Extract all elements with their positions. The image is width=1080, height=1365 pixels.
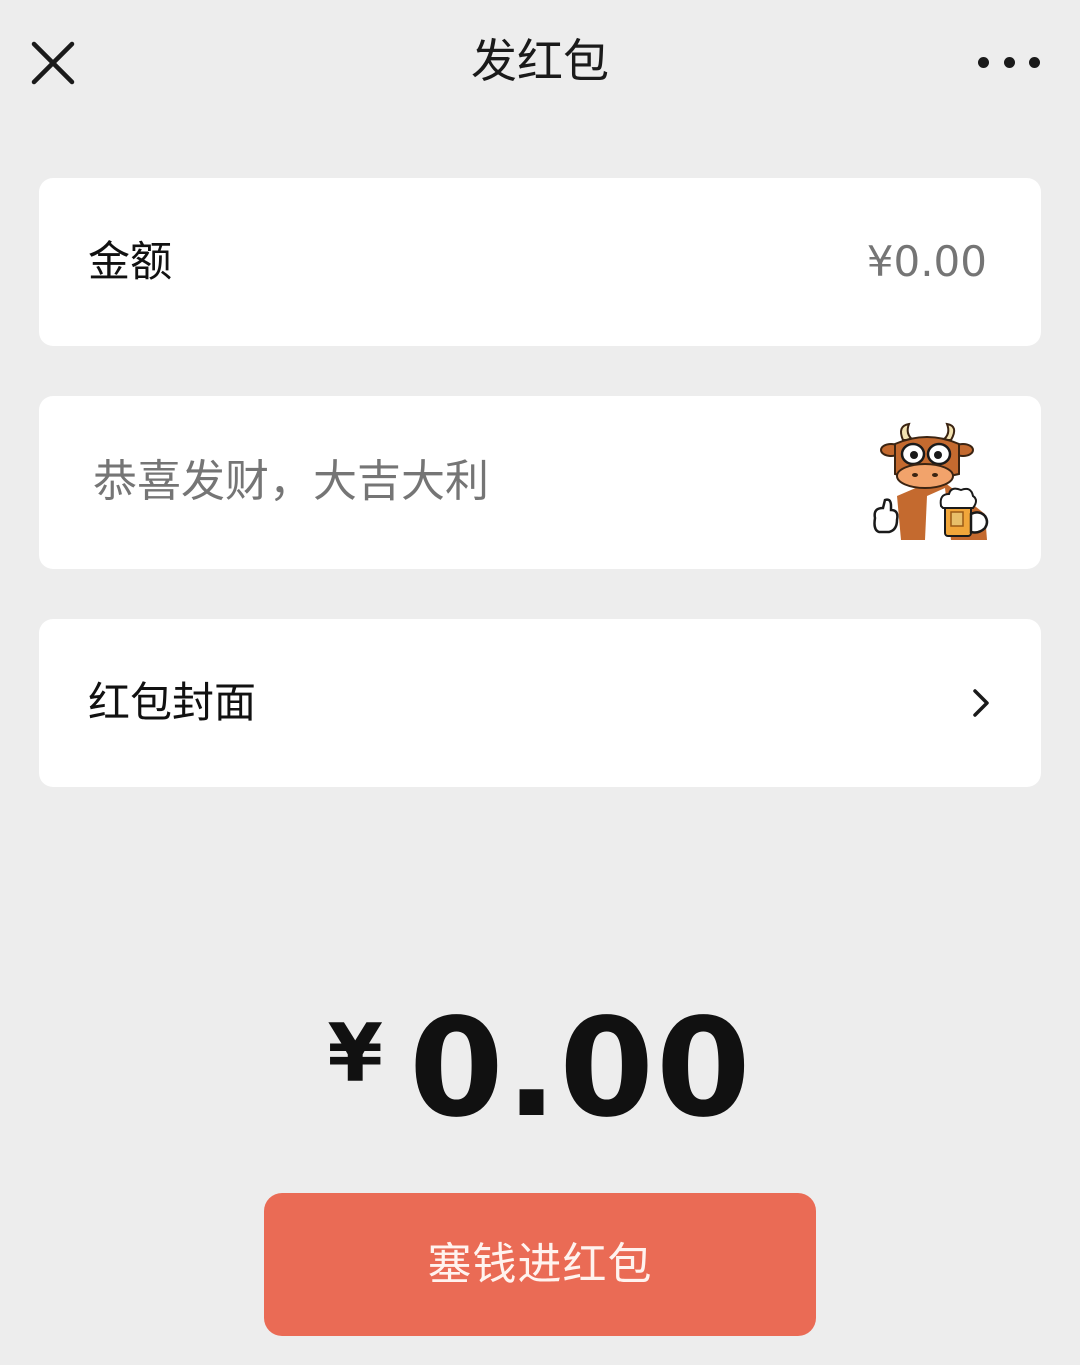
more-icon-dot [1029,56,1040,68]
amount-row[interactable]: 金额 [39,178,1041,346]
cover-row[interactable]: 红包封面 [39,619,1041,787]
top-bar: 发红包 [0,0,1080,124]
more-icon-dot [978,56,989,68]
chevron-right-icon [973,689,989,717]
send-red-packet-button[interactable]: 塞钱进红包 [264,1193,816,1336]
cover-label: 红包封面 [88,678,257,727]
cow-beer-emoji-icon [873,422,989,540]
greeting-input[interactable] [93,452,793,512]
total-amount: ¥0.00 [0,990,1080,1148]
amount-input[interactable] [667,234,987,290]
total-currency-symbol: ¥ [327,1007,384,1100]
greeting-row[interactable] [39,396,1041,569]
amount-label: 金额 [88,237,173,286]
more-icon-dot [1003,56,1015,68]
emoji-button[interactable] [867,418,997,548]
page-title: 发红包 [471,34,609,88]
more-button[interactable] [978,44,1040,80]
total-amount-value: 0.00 [409,990,753,1148]
